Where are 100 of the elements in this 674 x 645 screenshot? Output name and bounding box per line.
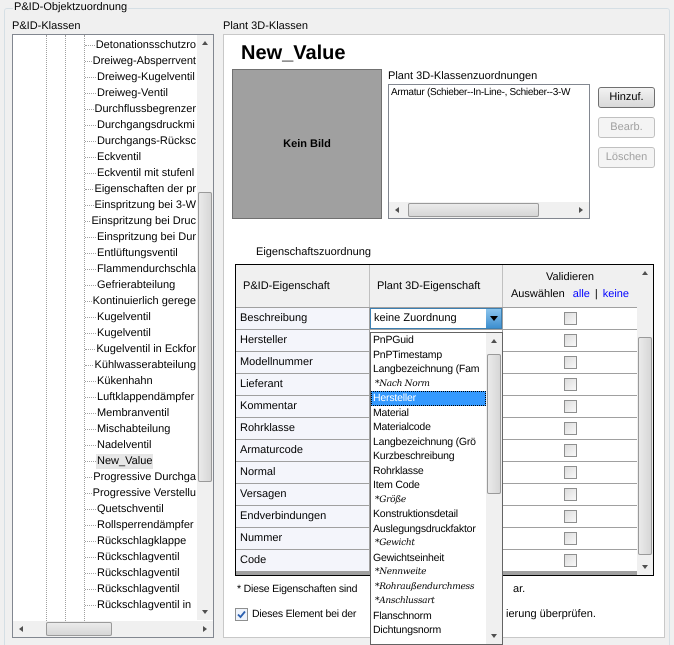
checkbox[interactable] xyxy=(564,554,576,567)
checkbox[interactable] xyxy=(235,608,248,620)
mapping-combo[interactable]: keine Zuordnung xyxy=(370,308,502,329)
tree-item[interactable]: Einspritzung bei 3-W xyxy=(94,198,197,212)
table-cell: Armaturcode xyxy=(236,440,370,461)
checkbox[interactable] xyxy=(564,532,576,545)
checkbox[interactable] xyxy=(564,334,576,347)
dropdown-option[interactable]: Dichtungsnorm xyxy=(371,623,486,638)
dropdown-option[interactable]: Langbezeichnung (Grö xyxy=(371,434,486,449)
scrollbar-thumb[interactable] xyxy=(408,203,539,217)
checkbox[interactable] xyxy=(564,466,576,479)
tree-item[interactable]: Rückschlagventil xyxy=(96,550,181,564)
dropdown-option[interactable]: Rohrklasse xyxy=(371,464,486,478)
dropdown-option[interactable]: PnPGuid xyxy=(371,333,486,348)
section-label: Eigenschaftszuordnung xyxy=(256,246,371,259)
dropdown-option[interactable]: Material xyxy=(371,406,486,420)
checkbox[interactable] xyxy=(564,444,576,457)
checkbox[interactable] xyxy=(564,400,576,413)
dropdown-option[interactable]: Kurzbeschreibung xyxy=(371,449,486,464)
scroll-left-icon[interactable] xyxy=(393,206,401,214)
tree-item[interactable]: Kontinuierlich gerege xyxy=(92,294,197,308)
tree-item[interactable]: Mischabteilung xyxy=(96,422,172,436)
tree-item[interactable]: Rückschlagventil xyxy=(96,582,181,596)
tree-item[interactable]: Kugelventil xyxy=(96,310,152,324)
scroll-left-icon[interactable] xyxy=(17,625,25,633)
scrollbar-thumb[interactable] xyxy=(198,192,212,482)
column-header: P&ID-Eigenschaft xyxy=(236,265,370,307)
scroll-right-icon[interactable] xyxy=(577,206,585,214)
select-all-link[interactable]: alle xyxy=(572,288,590,301)
tree-item[interactable]: Progressive Durchga xyxy=(92,470,197,484)
tree-item[interactable]: New_Value xyxy=(96,454,154,468)
tree-item[interactable]: Durchgangsdruckmi xyxy=(96,118,196,132)
tree-item[interactable]: Entlüftungsventil xyxy=(96,246,179,260)
tree-item[interactable]: Kugelventil xyxy=(96,326,152,340)
checkbox[interactable] xyxy=(564,422,576,435)
tree-item[interactable]: Eckventil xyxy=(96,150,142,164)
checkbox[interactable] xyxy=(564,510,576,523)
checkbox-label: ierung überprüfen. xyxy=(506,608,596,620)
tree-item[interactable]: Kugelventil in Eckfor xyxy=(95,342,197,356)
tree-item[interactable]: Durchgangs-Rücksc xyxy=(96,134,197,148)
dropdown-option[interactable]: *Nach Norm xyxy=(371,376,486,391)
dropdown-option[interactable]: Flanschnorm xyxy=(371,608,486,623)
scroll-right-icon[interactable] xyxy=(201,625,209,633)
action-button[interactable]: Hinzuf. xyxy=(598,87,655,108)
dropdown-option[interactable]: *Nennweite xyxy=(371,565,486,580)
tree-item[interactable]: Eigenschaften der pr xyxy=(93,182,197,196)
scroll-down-icon[interactable] xyxy=(641,563,649,571)
scroll-up-icon[interactable] xyxy=(201,39,209,47)
dropdown-option[interactable]: Auslegungsdruckfaktor xyxy=(371,522,486,536)
checkbox[interactable] xyxy=(564,312,576,325)
checkbox[interactable] xyxy=(564,488,576,501)
tree-item[interactable]: Luftklappendämpfer xyxy=(96,390,196,404)
tree-item[interactable]: Einspritzung bei Dur xyxy=(96,230,197,244)
dropdown-option[interactable]: Langbezeichnung (Fam xyxy=(371,362,486,376)
dropdown-option[interactable]: PnPTimestamp xyxy=(371,348,486,362)
checkbox[interactable] xyxy=(564,356,576,369)
tree-item[interactable]: Membranventil xyxy=(96,406,170,420)
dropdown-option[interactable]: Item Code xyxy=(371,478,486,492)
scroll-down-icon[interactable] xyxy=(490,632,498,640)
tree-item[interactable]: Kühlwasserabteilung xyxy=(93,358,197,372)
tree-item[interactable]: Nadelventil xyxy=(96,438,152,452)
dropdown-option[interactable]: *Gewicht xyxy=(371,536,486,550)
scroll-up-icon[interactable] xyxy=(490,337,498,345)
tree-item[interactable]: Dreiweg-Kugelventil xyxy=(96,70,196,84)
tree-item[interactable]: Rückschlagklappe xyxy=(96,534,188,548)
tree-item[interactable]: Einspritzung bei Druc xyxy=(90,214,197,228)
dropdown-option[interactable]: *Rohraußendurchmess xyxy=(371,580,486,594)
scroll-up-icon[interactable] xyxy=(641,269,649,277)
tree-item[interactable]: Detonationsschutzro xyxy=(94,38,197,52)
select-none-link[interactable]: keine xyxy=(602,288,630,301)
tree-item[interactable]: Rollsperrendämpfer xyxy=(96,518,195,532)
tree-item[interactable]: Quetschventil xyxy=(96,502,165,516)
tree-item[interactable]: Rückschlagventil xyxy=(96,566,181,580)
list-item[interactable]: Armatur (Schieber--In-Line-, Schieber--3-W xyxy=(391,86,587,99)
table-cell: Kommentar xyxy=(236,396,370,417)
tree-item[interactable]: Kükenhahn xyxy=(96,374,154,388)
scrollbar-thumb[interactable] xyxy=(46,622,112,636)
column-header: Validieren xyxy=(546,271,594,284)
checkbox[interactable] xyxy=(564,378,576,391)
tree-item[interactable]: Progressive Verstellu xyxy=(92,486,197,500)
tree-item[interactable]: Flammendurchschla xyxy=(96,262,197,276)
dropdown-option[interactable]: *Größe xyxy=(371,492,486,507)
no-image-text: Kein Bild xyxy=(283,138,331,150)
dropdown-option[interactable]: *Anschlussart xyxy=(371,594,486,608)
table-cell: Normal xyxy=(236,462,370,483)
tree-item[interactable]: Durchflussbegrenzer xyxy=(94,102,197,116)
tree-item[interactable]: Dreiweg-Absperrvent xyxy=(92,54,197,68)
scrollbar-thumb[interactable] xyxy=(638,337,652,555)
scrollbar-thumb[interactable] xyxy=(487,354,501,494)
dropdown-option[interactable]: Konstruktionsdetail xyxy=(371,507,486,522)
scroll-down-icon[interactable] xyxy=(201,608,209,616)
table-cell: Nummer xyxy=(236,528,370,549)
tree-item[interactable]: Gefrierabteilung xyxy=(96,278,176,292)
tree-item[interactable]: Dreiweg-Ventil xyxy=(96,86,169,100)
dropdown-option[interactable]: Gewichtseinheit xyxy=(371,550,486,565)
tree-item[interactable]: Rückschlagventil in xyxy=(96,598,192,612)
table-cell: Rohrklasse xyxy=(236,418,370,439)
tree-item[interactable]: Eckventil mit stufenl xyxy=(96,166,196,180)
class-title: New_Value xyxy=(241,41,346,65)
dropdown-option[interactable]: Materialcode xyxy=(371,420,486,434)
